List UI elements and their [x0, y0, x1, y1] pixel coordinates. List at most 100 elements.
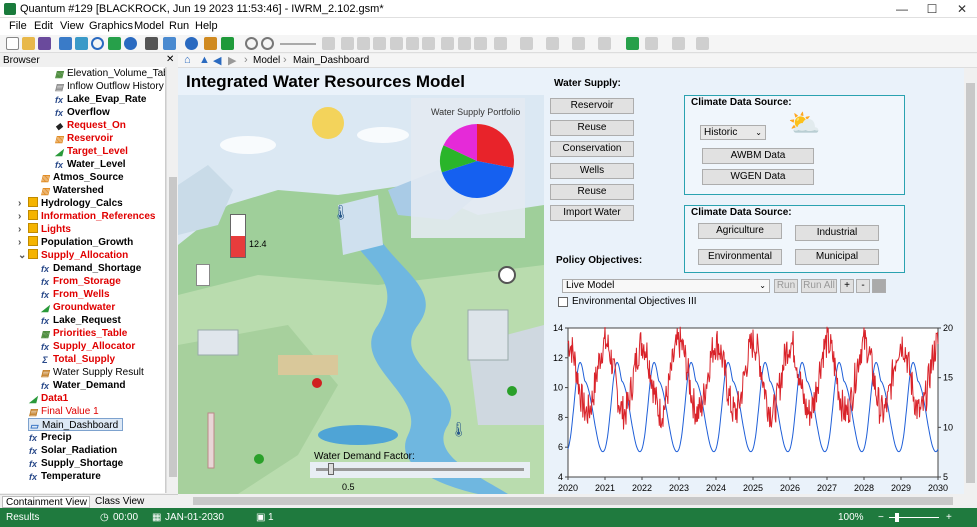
- zoom-thumb[interactable]: [895, 513, 899, 522]
- menu-edit[interactable]: Edit: [34, 20, 53, 32]
- speed-slider[interactable]: [280, 43, 316, 45]
- step-icon[interactable]: [261, 37, 274, 50]
- tree-item[interactable]: ▥ Reservoir: [54, 132, 113, 145]
- new-file-icon[interactable]: [6, 37, 19, 50]
- menu-help[interactable]: Help: [195, 20, 218, 32]
- environmental-button[interactable]: Environmental: [698, 249, 782, 265]
- link-icon[interactable]: [546, 37, 559, 50]
- tree-item[interactable]: ◢ Data1: [28, 392, 69, 405]
- open-folder-icon[interactable]: [22, 37, 35, 50]
- model-select[interactable]: Live Model ⌄: [562, 279, 770, 293]
- reuse-button[interactable]: Reuse: [550, 120, 634, 136]
- help-icon[interactable]: [185, 37, 198, 50]
- zoom-out-icon[interactable]: −: [878, 512, 884, 523]
- run-button[interactable]: Run: [774, 279, 798, 293]
- tab-containment-view[interactable]: Containment View: [2, 496, 90, 508]
- tree-item[interactable]: ▥ Watershed: [40, 184, 104, 197]
- tree-item[interactable]: fx Solar_Radiation: [28, 444, 117, 457]
- home-icon[interactable]: ⌂: [184, 54, 191, 66]
- expand-chevron-icon[interactable]: ›: [18, 236, 21, 249]
- stop-icon[interactable]: [245, 37, 258, 50]
- tree-item[interactable]: fx Overflow: [54, 106, 110, 119]
- tree-item[interactable]: fx Water_Level: [54, 158, 126, 171]
- browser-view-icon[interactable]: [59, 37, 72, 50]
- menu-graphics[interactable]: Graphics: [89, 20, 133, 32]
- tree-item[interactable]: fx Lake_Evap_Rate: [54, 93, 147, 106]
- gear-icon[interactable]: [124, 37, 137, 50]
- reservoir-button[interactable]: Reservoir: [550, 98, 634, 114]
- label-icon[interactable]: [672, 37, 685, 50]
- tree-item[interactable]: fx Temperature: [28, 470, 101, 483]
- grid-icon[interactable]: [626, 37, 639, 50]
- function-icon[interactable]: [373, 37, 386, 50]
- remove-button[interactable]: -: [856, 279, 870, 293]
- expand-chevron-icon[interactable]: ›: [18, 197, 21, 210]
- tree-item[interactable]: ▦ Priorities_Table: [40, 327, 128, 340]
- tree-item[interactable]: fx Lake_Request: [40, 314, 121, 327]
- tree-item[interactable]: ▥ Atmos_Source: [40, 171, 124, 184]
- expand-chevron-icon[interactable]: ⌄: [18, 249, 26, 262]
- text-icon[interactable]: [520, 37, 533, 50]
- municipal-button[interactable]: Municipal: [795, 249, 879, 265]
- filter-icon[interactable]: [108, 37, 121, 50]
- list-view-icon[interactable]: [75, 37, 88, 50]
- tag-icon[interactable]: [163, 37, 176, 50]
- conservation-button[interactable]: Conservation: [550, 141, 634, 157]
- climate-select[interactable]: Historic ⌄: [700, 125, 766, 140]
- search-icon[interactable]: [91, 37, 104, 50]
- tree-item[interactable]: ▦ Elevation_Volume_Table: [54, 67, 165, 80]
- cut-icon[interactable]: [598, 37, 611, 50]
- breadcrumb-main-dashboard[interactable]: Main_Dashboard: [293, 55, 369, 66]
- breadcrumb-model[interactable]: Model: [253, 55, 280, 66]
- tree-item[interactable]: fx Supply_Allocator: [40, 340, 135, 353]
- tree-item[interactable]: fx Precip: [28, 431, 72, 444]
- slider-thumb[interactable]: [328, 463, 334, 475]
- add-button[interactable]: +: [840, 279, 854, 293]
- scrollbar-thumb[interactable]: [966, 83, 975, 483]
- number-icon[interactable]: [696, 37, 709, 50]
- tree-item[interactable]: ◆ Request_On: [54, 119, 126, 132]
- menu-run[interactable]: Run: [169, 20, 189, 32]
- tree-item[interactable]: fx From_Wells: [40, 288, 110, 301]
- tree-item[interactable]: ▤ Final Value 1: [28, 405, 99, 418]
- document-icon[interactable]: [357, 37, 370, 50]
- expand-chevron-icon[interactable]: ›: [18, 210, 21, 223]
- browser-scrollbar[interactable]: [166, 67, 178, 493]
- vertical-scrollbar[interactable]: [964, 68, 977, 494]
- demand-factor-slider[interactable]: [310, 462, 530, 478]
- event-icon[interactable]: [390, 37, 403, 50]
- edit-mode-icon[interactable]: [204, 37, 217, 50]
- tree-item[interactable]: fx From_Storage: [40, 275, 121, 288]
- agriculture-button[interactable]: Agriculture: [698, 223, 782, 239]
- print-icon[interactable]: [441, 37, 454, 50]
- wells-button[interactable]: Wells: [550, 163, 634, 179]
- expand-chevron-icon[interactable]: ›: [18, 223, 21, 236]
- save-icon[interactable]: [38, 37, 51, 50]
- wgen-data-button[interactable]: WGEN Data: [702, 169, 814, 185]
- close-browser-icon[interactable]: ✕: [166, 54, 174, 65]
- scrollbar-thumb[interactable]: [169, 177, 177, 477]
- tree-item[interactable]: ▤ Inflow Outflow History: [54, 80, 164, 93]
- up-arrow-icon[interactable]: ▲: [199, 54, 210, 66]
- forward-arrow-icon[interactable]: ▶: [228, 54, 236, 67]
- menu-model[interactable]: Model: [134, 20, 164, 32]
- zoom-in-icon[interactable]: +: [946, 512, 952, 523]
- import-water-button[interactable]: Import Water: [550, 205, 634, 221]
- industrial-button[interactable]: Industrial: [795, 225, 879, 241]
- settings-icon[interactable]: [474, 37, 487, 50]
- tree-item[interactable]: › Lights: [18, 223, 71, 236]
- menu-view[interactable]: View: [60, 20, 84, 32]
- run-all-button[interactable]: Run All: [801, 279, 837, 293]
- container-icon[interactable]: [341, 37, 354, 50]
- graphics-icon[interactable]: [322, 37, 335, 50]
- chart-icon[interactable]: [422, 37, 435, 50]
- tree-item[interactable]: ◢ Target_Level: [54, 145, 128, 158]
- reuse-button-2[interactable]: Reuse: [550, 184, 634, 200]
- tab-class-view[interactable]: Class View: [92, 496, 164, 508]
- tree-item[interactable]: fx Supply_Shortage: [28, 457, 123, 470]
- tree-item[interactable]: fx Water_Demand: [40, 379, 125, 392]
- bank-icon[interactable]: [458, 37, 471, 50]
- tree-item[interactable]: ▤ Water Supply Result: [40, 366, 144, 379]
- tree-item[interactable]: › Hydrology_Calcs: [18, 197, 123, 210]
- list-icon[interactable]: [145, 37, 158, 50]
